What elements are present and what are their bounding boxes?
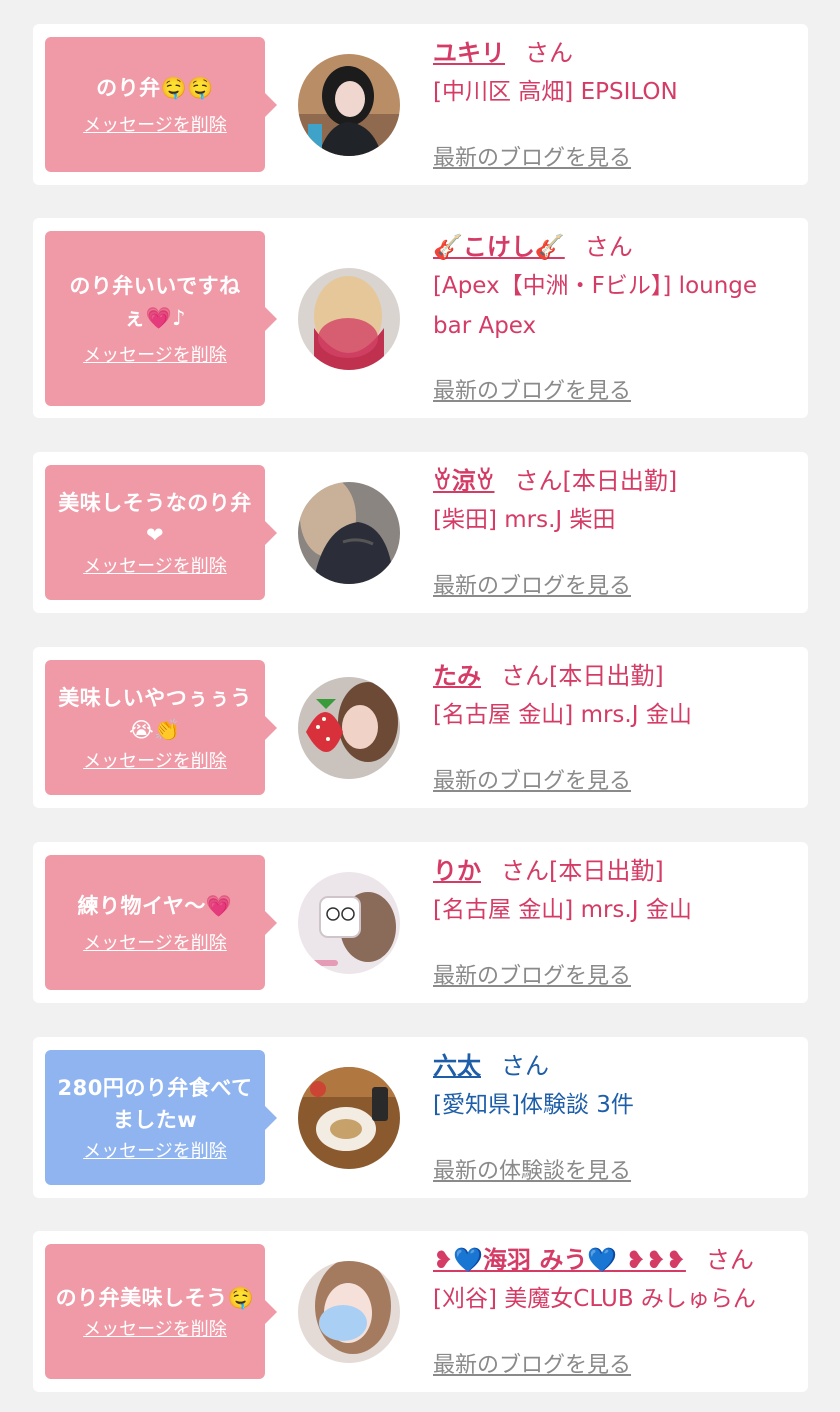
user-name-link[interactable]: りか	[433, 857, 481, 885]
message-bubble: のり弁美味しそう🤤 メッセージを削除	[45, 1244, 277, 1379]
message-text: 280円のり弁食べてましたw	[57, 1075, 253, 1132]
user-info: たみ さん[本日出勤] [名古屋 金山] mrs.J 金山	[433, 661, 794, 735]
message-text: のり弁いいですねぇ💗♪	[69, 273, 241, 330]
experience-link[interactable]: 最新の体験談を見る	[433, 1153, 631, 1185]
delete-message-link[interactable]: メッセージを削除	[83, 555, 227, 579]
avatar[interactable]	[298, 268, 400, 370]
name-line: ユキリ さん	[433, 38, 794, 68]
shop-label: [名古屋 金山] mrs.J 金山	[433, 897, 692, 923]
shop-label: [名古屋 金山] mrs.J 金山	[433, 702, 692, 728]
name-suffix: さん[本日出勤]	[501, 662, 664, 690]
name-line: 🎸こけし🎸 さん	[433, 232, 794, 262]
user-name-link[interactable]: 🎸こけし🎸	[433, 233, 565, 261]
user-name-link[interactable]: たみ	[433, 662, 481, 690]
blog-link[interactable]: 最新のブログを見る	[433, 568, 631, 600]
message-bubble: 美味しそうなのり弁❤ メッセージを削除	[45, 465, 277, 600]
shop-label: [中川区 高畑] EPSILON	[433, 79, 678, 105]
blog-link[interactable]: 最新のブログを見る	[433, 140, 631, 172]
delete-message-link[interactable]: メッセージを削除	[83, 344, 227, 368]
name-line: 六太 さん	[433, 1051, 794, 1081]
message-text: 美味しいやつぅぅう😭👏	[58, 685, 252, 742]
shop-label: [刈谷] 美魔女CLUB みしゅらん	[433, 1286, 756, 1312]
user-name-link[interactable]: 六太	[433, 1052, 481, 1080]
name-line: ❥💙海羽 みう💙 ❥❥❥ さん	[433, 1245, 794, 1275]
name-suffix: さん	[501, 1052, 549, 1080]
avatar[interactable]	[298, 677, 400, 779]
user-info: ❥💙海羽 みう💙 ❥❥❥ さん [刈谷] 美魔女CLUB みしゅらん	[433, 1245, 794, 1319]
name-line: ꈊ涼ꈊ さん[本日出勤]	[433, 466, 794, 496]
message-card: のり弁美味しそう🤤 メッセージを削除 ❥💙海羽 みう💙 ❥❥❥ さん [刈谷] 美…	[33, 1231, 808, 1392]
avatar[interactable]	[298, 482, 400, 584]
message-text: 練り物イヤ〜💗	[77, 893, 233, 918]
name-suffix: さん[本日出勤]	[501, 857, 664, 885]
message-text: のり弁美味しそう🤤	[55, 1285, 255, 1310]
message-card: のり弁いいですねぇ💗♪ メッセージを削除 🎸こけし🎸 さん [Apex【中洲・Fビ…	[33, 218, 808, 418]
delete-message-link[interactable]: メッセージを削除	[83, 1318, 227, 1342]
name-suffix: さん	[525, 39, 573, 67]
shop-label: [Apex【中洲・Fビル】] lounge bar Apex	[433, 273, 758, 339]
blog-link[interactable]: 最新のブログを見る	[433, 958, 631, 990]
blog-link[interactable]: 最新のブログを見る	[433, 1347, 631, 1379]
user-info: りか さん[本日出勤] [名古屋 金山] mrs.J 金山	[433, 856, 794, 930]
message-card: 美味しいやつぅぅう😭👏 メッセージを削除 たみ さん[本日出勤] [名古屋 金山]…	[33, 647, 808, 808]
message-bubble: 練り物イヤ〜💗 メッセージを削除	[45, 855, 277, 990]
user-name-link[interactable]: ꈊ涼ꈊ	[433, 467, 495, 495]
avatar[interactable]	[298, 1261, 400, 1363]
name-line: りか さん[本日出勤]	[433, 856, 794, 886]
name-line: たみ さん[本日出勤]	[433, 661, 794, 691]
message-bubble: 美味しいやつぅぅう😭👏 メッセージを削除	[45, 660, 277, 795]
user-info: ꈊ涼ꈊ さん[本日出勤] [柴田] mrs.J 柴田	[433, 466, 794, 540]
message-bubble: 280円のり弁食べてましたw メッセージを削除	[45, 1050, 277, 1185]
shop-label: [柴田] mrs.J 柴田	[433, 507, 616, 533]
blog-link[interactable]: 最新のブログを見る	[433, 763, 631, 795]
avatar[interactable]	[298, 872, 400, 974]
name-suffix: さん	[705, 1246, 754, 1274]
message-text: 美味しそうなのり弁❤	[58, 490, 252, 547]
delete-message-link[interactable]: メッセージを削除	[83, 750, 227, 774]
message-text: のり弁🤤🤤	[96, 75, 214, 100]
delete-message-link[interactable]: メッセージを削除	[83, 1140, 227, 1164]
message-card: 美味しそうなのり弁❤ メッセージを削除 ꈊ涼ꈊ さん[本日出勤] [柴田] mrs…	[33, 452, 808, 613]
message-bubble: のり弁いいですねぇ💗♪ メッセージを削除	[45, 231, 277, 406]
avatar[interactable]	[298, 54, 400, 156]
name-suffix: さん	[584, 233, 633, 261]
blog-link[interactable]: 最新のブログを見る	[433, 373, 631, 405]
name-suffix: さん[本日出勤]	[514, 467, 678, 495]
shop-label: [愛知県]体験談 3件	[433, 1092, 634, 1118]
message-card: 280円のり弁食べてましたw メッセージを削除 六太 さん [愛知県]体験談 3件…	[33, 1037, 808, 1198]
user-name-link[interactable]: ユキリ	[433, 39, 505, 67]
message-card: のり弁🤤🤤 メッセージを削除 ユキリ さん [中川区 高畑] EPSILON 最新…	[33, 24, 808, 185]
delete-message-link[interactable]: メッセージを削除	[83, 114, 227, 138]
user-info: 🎸こけし🎸 さん [Apex【中洲・Fビル】] lounge bar Apex	[433, 232, 794, 346]
message-card: 練り物イヤ〜💗 メッセージを削除 りか さん[本日出勤] [名古屋 金山] mrs…	[33, 842, 808, 1003]
delete-message-link[interactable]: メッセージを削除	[83, 932, 227, 956]
avatar[interactable]	[298, 1067, 400, 1169]
user-info: 六太 さん [愛知県]体験談 3件	[433, 1051, 794, 1125]
user-name-link[interactable]: ❥💙海羽 みう💙 ❥❥❥	[433, 1246, 686, 1274]
user-info: ユキリ さん [中川区 高畑] EPSILON	[433, 38, 794, 112]
message-bubble: のり弁🤤🤤 メッセージを削除	[45, 37, 277, 172]
